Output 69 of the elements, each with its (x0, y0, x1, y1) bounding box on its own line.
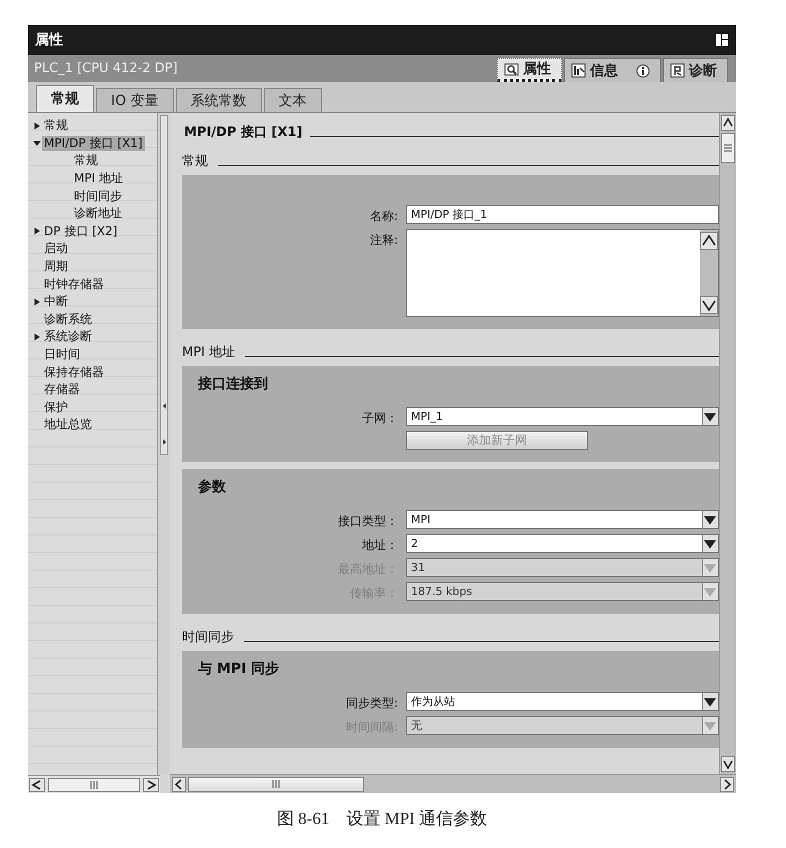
caret-right-icon[interactable] (32, 120, 42, 131)
dropdown-field[interactable]: MPI_1 (406, 407, 719, 426)
figure-caption: 图 8-61 设置 MPI 通信参数 (276, 809, 488, 828)
scroll-left-icon[interactable] (172, 776, 186, 792)
tree-item[interactable]: 时钟存储器 (42, 276, 106, 292)
grip-icon[interactable] (89, 780, 99, 790)
tree-item[interactable]: MPI 地址 (72, 171, 125, 186)
tree-item[interactable]: 启动 (42, 241, 70, 256)
scroll-down-icon[interactable] (721, 756, 735, 772)
panel-title: 属性 (35, 31, 63, 49)
inspector-tab[interactable]: 属性 (497, 58, 562, 82)
scroll-down-icon[interactable] (700, 296, 718, 314)
field-label: 子网： (361, 410, 398, 427)
tab[interactable]: 文本 (264, 88, 322, 112)
tree-item[interactable]: 常规 (72, 153, 100, 168)
tree-item[interactable]: 系统诊断 (42, 329, 94, 344)
tree-item[interactable]: 中断 (42, 294, 70, 310)
tree-item[interactable]: 保持存储器 (42, 364, 106, 380)
tree-item[interactable]: 时间同步 (72, 188, 124, 204)
tree-item[interactable]: 保护 (42, 400, 70, 415)
tree-item[interactable]: MPI/DP 接口 [X1] (42, 136, 144, 151)
scroll-up-icon[interactable] (700, 232, 718, 250)
tree-item[interactable]: 日时间 (42, 347, 82, 362)
grip-icon[interactable] (723, 143, 733, 153)
tree-item[interactable]: 诊断系统 (42, 312, 94, 327)
group-title: 接口连接到 (198, 375, 269, 393)
text-field[interactable]: MPI/DP 接口_1 (406, 205, 719, 224)
caret-right-icon[interactable] (32, 226, 42, 236)
field-label: 名称: (368, 208, 398, 225)
section-title: 时间同步 (182, 629, 234, 646)
section-title: MPI 地址 (182, 344, 236, 361)
tree-item[interactable]: DP 接口 [X2] (42, 224, 120, 239)
field-label: 同步类型: (344, 695, 398, 712)
group-title: 参数 (198, 478, 227, 496)
tab[interactable]: 常规 (36, 85, 94, 112)
info-icon (636, 64, 650, 78)
inspector-tab[interactable]: 诊断 (663, 58, 728, 82)
caret-right-icon[interactable] (32, 296, 42, 307)
caret-right-icon[interactable] (32, 332, 42, 342)
tree-item[interactable]: 诊断地址 (72, 206, 124, 222)
scroll-up-icon[interactable] (721, 115, 735, 131)
tab[interactable]: IO 变量 (96, 88, 174, 112)
scroll-left-icon[interactable] (29, 778, 45, 792)
tree-item[interactable]: 周期 (42, 259, 70, 274)
dropdown-field[interactable]: MPI (406, 510, 719, 529)
tree-item[interactable]: 存储器 (42, 382, 82, 398)
field-label: 接口类型： (337, 513, 398, 530)
field-label: 地址： (361, 537, 398, 554)
tab[interactable]: 系统常数 (176, 88, 262, 112)
section-heading: MPI/DP 接口 [X1] (184, 124, 302, 141)
tree-item[interactable]: 地址总览 (42, 417, 94, 432)
inspector-tab[interactable]: 信息 (564, 58, 661, 82)
diagnostics-icon (670, 63, 685, 78)
scroll-right-icon[interactable] (720, 776, 734, 792)
object-name: PLC_1 [CPU 412-2 DP] (34, 61, 178, 76)
magnifier-icon (504, 62, 519, 76)
section-title: 常规 (182, 153, 208, 170)
collapse-arrow-icon[interactable] (162, 402, 166, 410)
group-title: 与 MPI 同步 (198, 660, 280, 678)
dropdown-field[interactable]: 作为从站 (406, 692, 719, 711)
tree-item[interactable]: 常规 (42, 118, 70, 134)
layout-icon[interactable] (716, 34, 728, 46)
info-list-icon (571, 63, 586, 78)
grip-icon[interactable] (271, 779, 281, 789)
field-label: 注释: (368, 232, 398, 249)
expand-arrow-icon[interactable] (162, 438, 166, 446)
dropdown-field[interactable]: 2 (406, 534, 719, 553)
scroll-right-icon[interactable] (143, 778, 159, 792)
comment-field[interactable] (406, 229, 719, 317)
